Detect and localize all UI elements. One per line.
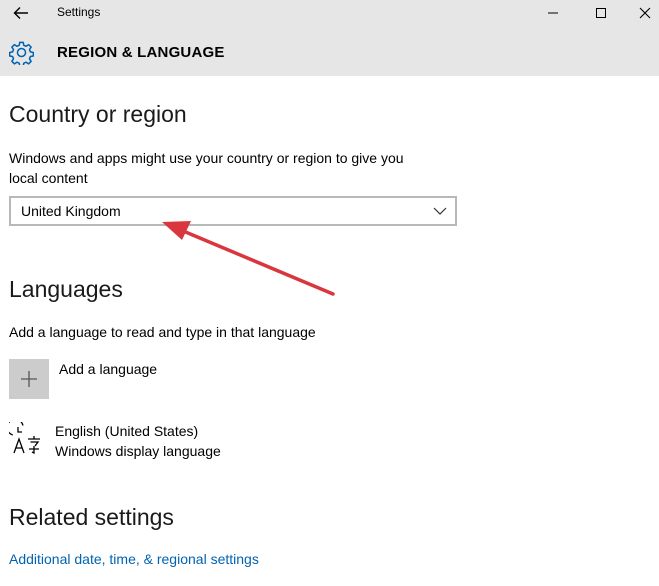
languages-description: Add a language to read and type in that …: [9, 324, 316, 340]
add-language-label[interactable]: Add a language: [59, 361, 157, 377]
country-dropdown[interactable]: United Kingdom: [9, 196, 457, 226]
language-subtitle: Windows display language: [55, 443, 221, 459]
gear-icon: [9, 41, 34, 65]
minimize-icon: [548, 12, 558, 14]
close-icon: [639, 7, 651, 19]
country-heading: Country or region: [9, 101, 187, 127]
maximize-icon: [596, 8, 606, 18]
additional-regional-settings-link[interactable]: Additional date, time, & regional settin…: [9, 551, 259, 567]
app-title: Settings: [57, 5, 101, 19]
back-button[interactable]: [8, 2, 34, 24]
close-button[interactable]: [622, 0, 659, 26]
minimize-button[interactable]: [530, 0, 576, 26]
languages-heading: Languages: [9, 276, 123, 302]
plus-icon: [21, 371, 37, 387]
chevron-down-icon: [433, 207, 447, 215]
language-icon: [9, 422, 40, 455]
title-bar: Settings REGION & LANGUAGE: [0, 0, 659, 76]
country-description-line2: local content: [9, 170, 88, 186]
maximize-button[interactable]: [578, 0, 624, 26]
country-description-line1: Windows and apps might use your country …: [9, 150, 404, 166]
add-language-button[interactable]: [9, 359, 49, 399]
page-title: REGION & LANGUAGE: [57, 44, 225, 61]
back-arrow-icon: [13, 7, 28, 19]
country-selected-value: United Kingdom: [21, 203, 121, 219]
language-name[interactable]: English (United States): [55, 421, 198, 441]
related-settings-heading: Related settings: [9, 504, 174, 530]
